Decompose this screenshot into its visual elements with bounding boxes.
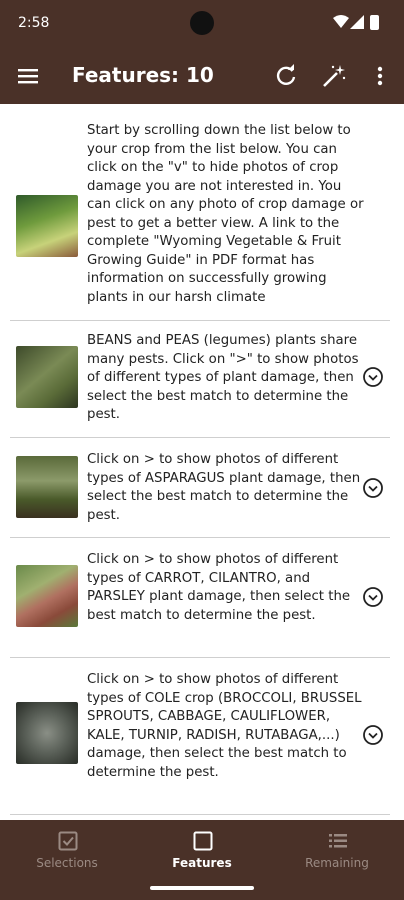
page-title: Features: 10 [72,63,214,87]
tab-features[interactable]: Features [135,822,269,882]
signal-icon [350,15,364,29]
chevron-down-icon[interactable] [362,477,384,499]
magic-wand-icon[interactable] [320,62,348,90]
item-text: Click on > to show photos of different t… [87,452,361,523]
status-time: 2:58 [18,15,50,31]
item-text: Click on > to show photos of different t… [87,552,351,623]
list-item[interactable]: BEANS and PEAS (legumes) plants share ma… [0,330,404,430]
cauliflower-thumbnail[interactable] [16,702,78,764]
feature-list: Start by scrolling down the list below t… [0,104,404,820]
menu-icon[interactable] [14,62,42,90]
refresh-icon[interactable] [272,62,300,90]
tab-remaining[interactable]: Remaining [270,822,404,882]
tab-label: Remaining [305,856,369,870]
list-icon [329,834,347,848]
asparagus-thumbnail[interactable] [16,456,78,518]
chevron-down-icon[interactable] [362,586,384,608]
list-item[interactable]: Click on > to show photos of different t… [0,549,404,649]
chevron-down-icon[interactable] [362,366,384,388]
checkbox-icon [58,831,78,851]
item-text: Click on > to show photos of different t… [87,672,362,780]
tab-label: Features [172,856,232,870]
guide-cover-thumbnail[interactable] [16,195,78,257]
tab-label: Selections [36,856,98,870]
square-icon [193,831,213,851]
divider [10,437,390,438]
divider [10,537,390,538]
status-bar: 2:58 [0,0,404,48]
divider [10,657,390,658]
more-vert-icon[interactable] [366,62,394,90]
battery-icon [370,15,379,30]
chevron-down-icon[interactable] [362,724,384,746]
divider [10,814,390,815]
list-item[interactable]: Start by scrolling down the list below t… [0,118,404,318]
camera-cutout [190,11,214,35]
bean-plant-thumbnail[interactable] [16,346,78,408]
list-item[interactable]: Click on > to show photos of different t… [0,449,404,529]
wifi-icon [333,15,349,28]
item-text: BEANS and PEAS (legumes) plants share ma… [87,333,359,422]
carrot-thumbnail[interactable] [16,565,78,627]
app-bar: Features: 10 [0,48,404,104]
list-item[interactable]: Click on > to show photos of different t… [0,669,404,809]
tab-selections[interactable]: Selections [0,822,134,882]
divider [10,320,390,321]
home-indicator[interactable] [150,886,254,890]
item-text: Start by scrolling down the list below t… [87,123,364,305]
